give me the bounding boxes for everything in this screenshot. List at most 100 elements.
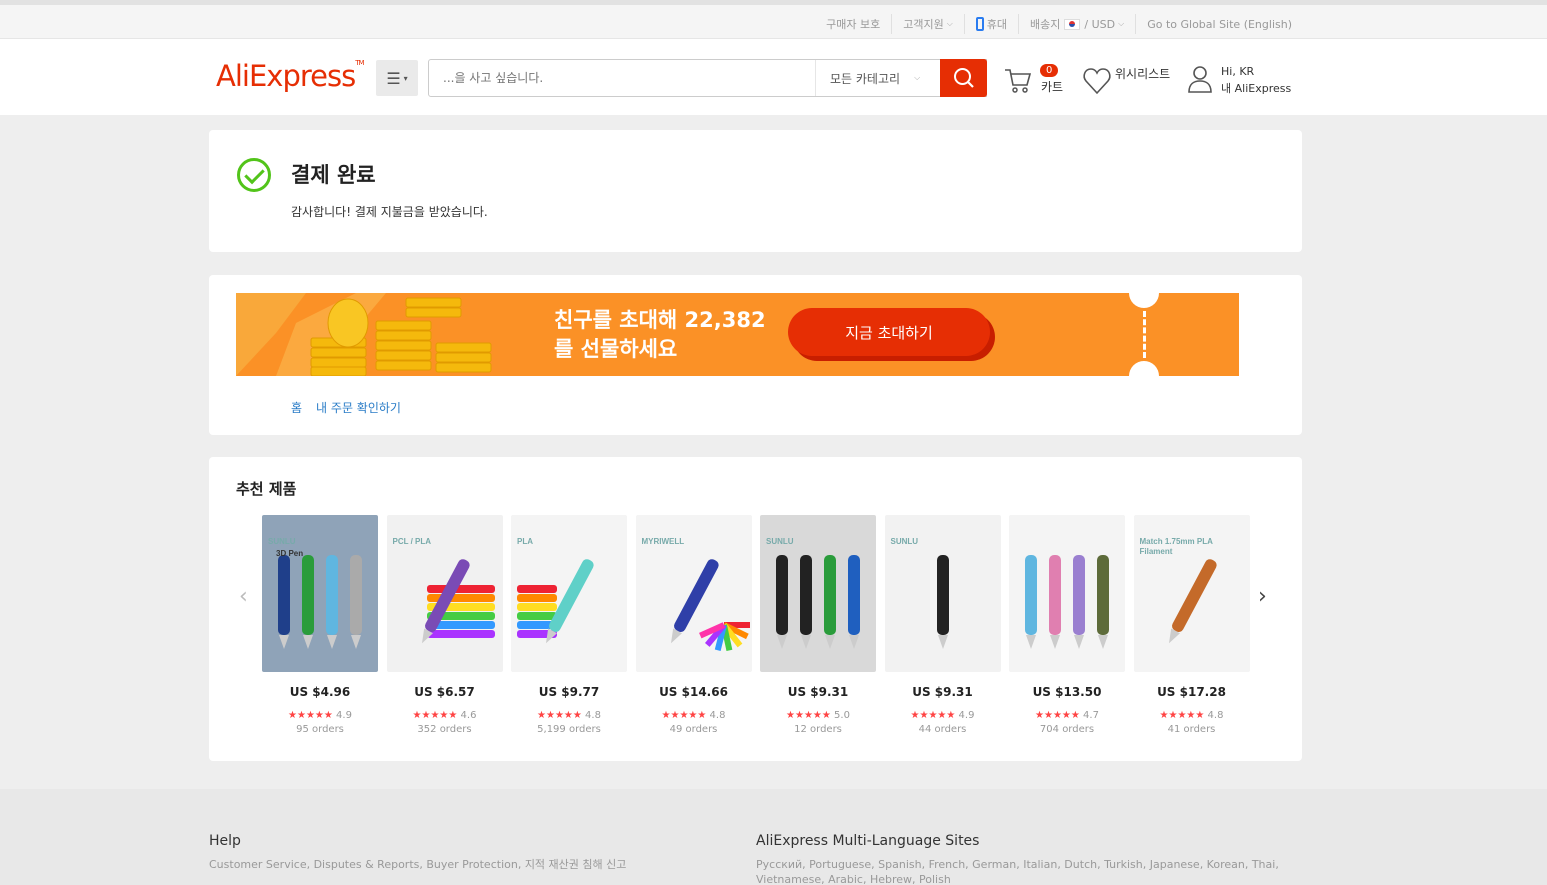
customer-support-link[interactable]: 고객지원 ⌵ bbox=[892, 16, 964, 32]
product-rating: ★★★★★ 4.6 bbox=[387, 710, 503, 721]
product-rating: ★★★★★ 4.9 bbox=[262, 710, 378, 721]
product-card[interactable]: Match 1.75mm PLA Filament US $17.28 ★★★★★ … bbox=[1133, 515, 1250, 735]
top-utility-bar: 구매자 보호 고객지원 ⌵ 휴대 배송지 / USD ⌵ Go to Global… bbox=[0, 0, 1547, 39]
cart-button[interactable]: 0 카트 bbox=[1003, 63, 1073, 99]
product-subtitle-label: 3D Pen bbox=[276, 549, 304, 558]
product-image[interactable]: SUNLU 3D Pen bbox=[262, 515, 378, 672]
product-card[interactable]: SUNLU US $9.31 ★★★★★ 5.0 12 orders bbox=[760, 515, 876, 735]
footer-help-column: Help Customer Service, Disputes & Report… bbox=[209, 833, 709, 872]
trademark-mark: TM bbox=[355, 59, 364, 67]
mobile-label: 휴대 bbox=[986, 18, 1008, 31]
category-menu-button[interactable]: ☰ ▾ bbox=[376, 60, 418, 96]
hamburger-menu-icon: ☰ bbox=[386, 68, 401, 88]
ship-to-currency-selector[interactable]: 배송지 / USD ⌵ bbox=[1019, 16, 1135, 32]
global-site-link[interactable]: Go to Global Site (English) bbox=[1136, 18, 1303, 31]
product-orders: 352 orders bbox=[417, 724, 472, 735]
product-image[interactable]: SUNLU bbox=[760, 515, 876, 672]
footer-help-title: Help bbox=[209, 833, 241, 849]
search-icon bbox=[953, 68, 974, 88]
product-image[interactable] bbox=[1009, 515, 1125, 672]
ticket-notch-bottom bbox=[1129, 361, 1159, 376]
invite-now-button[interactable]: 지금 초대하기 bbox=[788, 308, 990, 356]
cart-icon bbox=[1005, 69, 1032, 93]
search-bar: 모든 카테고리 ⌵ bbox=[428, 59, 987, 97]
gold-coins-illustration bbox=[236, 293, 492, 376]
wishlist-button[interactable]: 위시리스트 bbox=[1082, 63, 1182, 99]
rating-value: 4.8 bbox=[709, 710, 726, 721]
ticket-notch-top bbox=[1129, 293, 1159, 308]
section-title: 추천 제품 bbox=[236, 480, 297, 498]
rating-value: 4.8 bbox=[585, 710, 601, 721]
support-label: 고객지원 bbox=[903, 18, 944, 31]
product-price: US $14.66 bbox=[659, 685, 728, 699]
korea-flag-icon bbox=[1064, 18, 1081, 30]
my-aliexpress-label: 내 AliExpress bbox=[1221, 82, 1292, 95]
chevron-down-icon: ⌵ bbox=[1118, 19, 1125, 28]
star-rating-icon: ★★★★★ bbox=[786, 710, 831, 721]
my-orders-link[interactable]: 내 주문 확인하기 bbox=[316, 399, 401, 416]
product-image[interactable]: PLA bbox=[511, 515, 627, 672]
rating-value: 4.9 bbox=[336, 710, 352, 721]
rating-value: 4.6 bbox=[460, 710, 477, 721]
product-card[interactable]: US $13.50 ★★★★★ 4.7 704 orders bbox=[1009, 515, 1125, 735]
product-price: US $13.50 bbox=[1032, 685, 1102, 699]
breadcrumb: 홈 내 주문 확인하기 bbox=[291, 399, 401, 416]
chevron-right-icon: › bbox=[1258, 584, 1267, 609]
product-image[interactable]: Match 1.75mm PLA Filament bbox=[1133, 515, 1250, 672]
product-card[interactable]: SUNLU US $9.31 ★★★★★ 4.9 44 orders bbox=[884, 515, 1001, 735]
product-price: US $9.31 bbox=[787, 685, 849, 699]
account-menu[interactable]: Hi, KR 내 AliExpress bbox=[1187, 64, 1307, 100]
product-image[interactable]: MYRIWELL bbox=[635, 515, 752, 672]
carousel-next-button[interactable]: › bbox=[1258, 584, 1267, 609]
product-brand-label: MYRIWELL bbox=[641, 537, 685, 546]
rating-value: 4.9 bbox=[958, 710, 975, 721]
buyer-protection-link[interactable]: 구매자 보호 bbox=[815, 16, 891, 32]
star-rating-icon: ★★★★★ bbox=[288, 710, 333, 721]
carousel-prev-button[interactable]: ‹ bbox=[239, 584, 248, 609]
product-orders: 41 orders bbox=[1167, 724, 1216, 735]
product-brand-label: PCL / PLA bbox=[392, 537, 432, 546]
product-card[interactable]: SUNLU 3D Pen US $4.96 ★★★★★ 4.9 95 orders bbox=[262, 515, 378, 735]
footer: Help Customer Service, Disputes & Report… bbox=[0, 789, 1547, 885]
rating-value: 4.8 bbox=[1207, 710, 1224, 721]
invite-card: 친구를 초대해 22,382 를 선물하세요 지금 초대하기 홈 내 주문 확인… bbox=[209, 275, 1302, 435]
cart-count-badge: 0 bbox=[1040, 64, 1059, 77]
category-dropdown[interactable]: 모든 카테고리 ⌵ bbox=[815, 60, 941, 96]
star-rating-icon: ★★★★★ bbox=[412, 710, 458, 721]
search-input[interactable] bbox=[429, 60, 815, 96]
product-brand-label: PLA bbox=[517, 537, 533, 546]
greeting-text: Hi, KR bbox=[1221, 65, 1255, 78]
home-link[interactable]: 홈 bbox=[291, 399, 302, 416]
footer-language-title: AliExpress Multi-Language Sites bbox=[756, 833, 980, 849]
product-price: US $4.96 bbox=[289, 685, 351, 699]
product-price: US $17.28 bbox=[1157, 685, 1226, 699]
main-header: AliExpressTM ☰▾ 모든 카테고리 ⌵ 0 카트 위시리스트 Hi, … bbox=[0, 39, 1547, 115]
mobile-app-link[interactable]: 휴대 bbox=[965, 16, 1018, 32]
product-card[interactable]: PLA US $9.77 ★★★★★ 4.8 5,199 orders bbox=[511, 515, 627, 735]
product-card[interactable]: PCL / PLA US $6.57 ★★★★★ 4.6 352 orders bbox=[386, 515, 503, 735]
star-rating-icon: ★★★★★ bbox=[537, 710, 582, 721]
aliexpress-logo[interactable]: AliExpressTM bbox=[216, 59, 365, 93]
product-rating: ★★★★★ 4.8 bbox=[1134, 710, 1250, 721]
product-image[interactable]: PCL / PLA bbox=[386, 515, 503, 672]
product-orders: 5,199 orders bbox=[537, 724, 601, 735]
invite-text: 친구를 초대해 22,382 를 선물하세요 bbox=[554, 306, 784, 364]
search-button[interactable] bbox=[940, 59, 987, 97]
star-rating-icon: ★★★★★ bbox=[1159, 710, 1205, 721]
product-orders: 12 orders bbox=[794, 724, 842, 735]
product-orders: 95 orders bbox=[296, 724, 344, 735]
product-orders: 44 orders bbox=[918, 724, 967, 735]
footer-help-links[interactable]: Customer Service, Disputes & Reports, Bu… bbox=[209, 857, 709, 872]
ship-to-label: 배송지 bbox=[1030, 18, 1061, 31]
product-brand-label: Match 1.75mm PLA Filament bbox=[1139, 537, 1213, 556]
ticket-perforation bbox=[1143, 311, 1146, 358]
product-card[interactable]: MYRIWELL US $14.66 ★★★★★ 4.8 49 orders bbox=[635, 515, 752, 735]
category-label: 모든 카테고리 bbox=[830, 71, 901, 86]
user-icon bbox=[1188, 66, 1212, 93]
product-brand-label: SUNLU bbox=[890, 537, 919, 546]
footer-language-column: AliExpress Multi-Language Sites Русский,… bbox=[756, 833, 1316, 885]
invite-banner[interactable]: 친구를 초대해 22,382 를 선물하세요 지금 초대하기 bbox=[236, 293, 1239, 376]
product-image[interactable]: SUNLU bbox=[884, 515, 1001, 672]
footer-language-links[interactable]: Русский, Portuguese, Spanish, French, Ge… bbox=[756, 857, 1316, 885]
chevron-down-icon: ▾ bbox=[403, 73, 408, 83]
